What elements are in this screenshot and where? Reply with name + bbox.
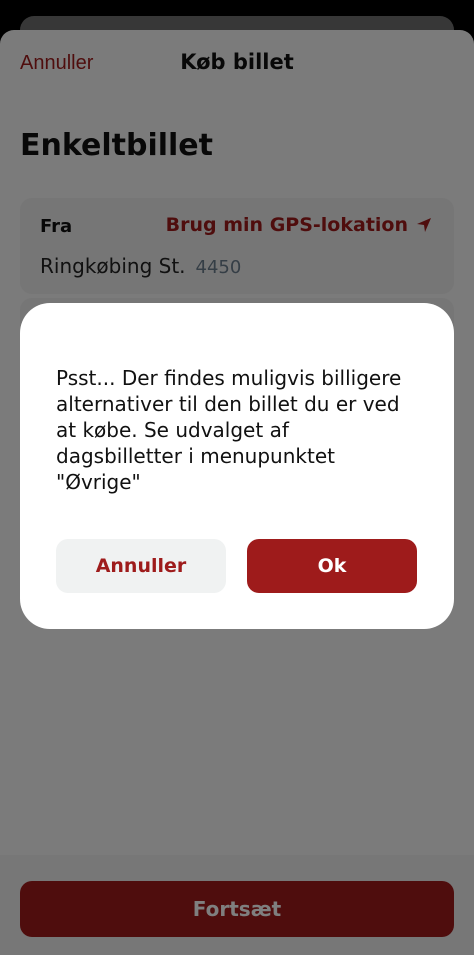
dialog-cancel-button[interactable]: Annuller <box>56 539 226 593</box>
dialog-message: Psst... Der findes muligvis billigere al… <box>56 366 402 494</box>
dialog-ok-button[interactable]: Ok <box>247 539 417 593</box>
alert-dialog: Psst... Der findes muligvis billigere al… <box>20 303 454 629</box>
